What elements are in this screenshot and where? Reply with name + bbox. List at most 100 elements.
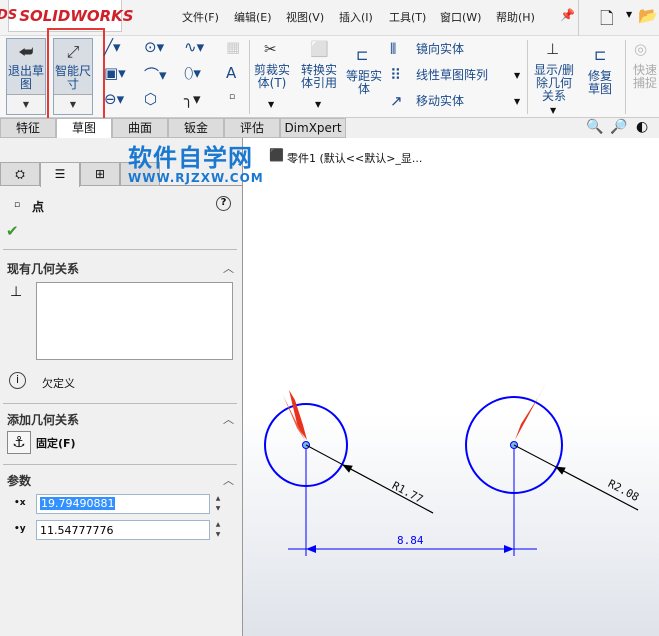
plane-tool-icon[interactable]: ▦ bbox=[226, 38, 240, 56]
divider bbox=[249, 40, 250, 114]
exit-sketch-label: 退出草图 bbox=[7, 64, 44, 91]
circle-tool-icon[interactable]: ⊙▾ bbox=[144, 38, 164, 56]
menu-insert[interactable]: 插入(I) bbox=[339, 9, 373, 25]
tree-icon: ⊞ bbox=[94, 167, 106, 181]
mirror-entities-button[interactable]: 镜向实体 bbox=[416, 43, 464, 56]
part-icon: ⛭ bbox=[15, 167, 25, 181]
snap-icon: ◎ bbox=[634, 40, 648, 58]
chevron-down-icon: ▼ bbox=[550, 106, 557, 115]
existing-relations-list[interactable] bbox=[36, 282, 233, 360]
x-spinner[interactable]: ▲ ▼ bbox=[212, 494, 224, 514]
previous-view-icon[interactable]: ◐ bbox=[636, 119, 648, 135]
open-folder-icon[interactable]: 📂 bbox=[638, 6, 658, 25]
point-tool-icon[interactable]: ▫ bbox=[229, 92, 235, 102]
trim-button[interactable]: ✂ 剪裁实体(T) ▼ bbox=[252, 40, 292, 112]
divider bbox=[3, 464, 237, 465]
ellipse-tool-icon[interactable]: ⬯▾ bbox=[184, 64, 201, 82]
polygon-tool-icon[interactable]: ⬡ bbox=[144, 90, 157, 108]
y-coordinate-icon: •y bbox=[14, 524, 26, 534]
sketch-svg bbox=[264, 381, 639, 556]
scissors-icon: ✂ bbox=[264, 40, 277, 58]
parameters-header: 参数 bbox=[7, 474, 32, 488]
divider bbox=[527, 40, 528, 114]
line-tool-icon[interactable]: ╱▾ bbox=[104, 38, 121, 56]
collapse-icon[interactable]: ︿ bbox=[223, 472, 234, 488]
fillet-tool-icon[interactable]: ╮▾ bbox=[184, 90, 201, 108]
chevron-down-icon: ▼ bbox=[268, 100, 275, 109]
divider bbox=[578, 0, 579, 36]
relations-label: 显示/删除几何关系 bbox=[533, 63, 575, 103]
tab-features[interactable]: 特征 bbox=[0, 118, 56, 138]
offset-icon: ⊏ bbox=[356, 46, 369, 64]
x-coordinate-selected-text: 19.79490881 bbox=[40, 497, 116, 510]
red-arrow-2 bbox=[515, 381, 547, 440]
graphics-area[interactable]: ⬛ 零件1 (默认<<默认>_显... R1.77 R2.08 8.84 bbox=[243, 138, 659, 636]
exit-sketch-button[interactable]: ⮨ 退出草图 ▼ bbox=[6, 38, 46, 115]
menu-tools[interactable]: 工具(T) bbox=[389, 9, 426, 25]
mirror-icon: ⫴ bbox=[390, 40, 397, 58]
ok-checkmark-icon[interactable]: ✔ bbox=[6, 222, 19, 240]
chevron-down-icon[interactable]: ▼ bbox=[7, 94, 45, 114]
distance-dimension[interactable]: 8.84 bbox=[397, 534, 424, 547]
quick-snaps-button[interactable]: ◎ 快速捕捉 bbox=[630, 40, 659, 116]
point-icon: ▫ bbox=[14, 200, 21, 210]
menu-view[interactable]: 视图(V) bbox=[286, 9, 324, 25]
property-manager-tab[interactable]: ☰ bbox=[40, 162, 80, 187]
tab-sheet-metal[interactable]: 钣金 bbox=[168, 118, 224, 138]
help-icon[interactable]: ? bbox=[216, 196, 231, 211]
linear-pattern-button[interactable]: 线性草图阵列 bbox=[416, 69, 488, 82]
menu-edit[interactable]: 编辑(E) bbox=[234, 9, 272, 25]
new-document-icon[interactable]: 🗋 bbox=[600, 6, 614, 35]
watermark-url: WWW.RJZXW.COM bbox=[128, 171, 264, 185]
slot-tool-icon[interactable]: ⊖▾ bbox=[104, 90, 124, 108]
display-delete-relations-button[interactable]: ⊥ 显示/删除几何关系 ▼ bbox=[531, 40, 577, 116]
relations-icon: ⊥ bbox=[546, 40, 560, 58]
tab-surfaces[interactable]: 曲面 bbox=[112, 118, 168, 138]
feature-manager-tab[interactable]: ⛭ bbox=[0, 162, 40, 186]
convert-label: 转换实体引用 bbox=[300, 63, 337, 90]
zoom-area-icon[interactable]: 🔎 bbox=[610, 119, 627, 135]
property-manager: ⛭ ☰ ⊞ ▫ 点 ? ✔ 现有几何关系 ︿ ⊥ i 欠定义 添加几何关系 ︿ … bbox=[0, 138, 243, 636]
menu-help[interactable]: 帮助(H) bbox=[496, 9, 535, 25]
x-coordinate-icon: •x bbox=[14, 498, 26, 508]
repair-sketch-button[interactable]: ⊏ 修复草图 bbox=[580, 46, 624, 106]
fix-relation-button[interactable]: ⚓ bbox=[7, 431, 31, 454]
divider bbox=[625, 40, 626, 114]
configuration-manager-tab[interactable]: ⊞ bbox=[80, 162, 120, 186]
offset-entities-button[interactable]: ⊏ 等距实体 bbox=[344, 46, 384, 106]
chevron-down-icon[interactable]: ▼ bbox=[514, 71, 520, 80]
y-spinner[interactable]: ▲ ▼ bbox=[212, 520, 224, 540]
linear-pattern-icon: ⠿ bbox=[390, 66, 401, 84]
menu-file[interactable]: 文件(F) bbox=[182, 9, 219, 25]
tab-sketch[interactable]: 草图 bbox=[56, 118, 112, 138]
chevron-down-icon: ▼ bbox=[315, 100, 322, 109]
tab-evaluate[interactable]: 评估 bbox=[224, 118, 280, 138]
chevron-down-icon[interactable]: ▼ bbox=[514, 97, 520, 106]
zoom-to-fit-icon[interactable]: 🔍 bbox=[586, 119, 603, 135]
repair-label: 修复草图 bbox=[587, 69, 612, 96]
pin-icon[interactable]: 📌 bbox=[560, 8, 575, 22]
arc-tool-icon[interactable]: ⌒▾ bbox=[144, 64, 167, 85]
cube-icon: ⬜ bbox=[310, 40, 329, 58]
chevron-down-icon[interactable]: ▼ bbox=[626, 10, 632, 19]
divider bbox=[3, 249, 237, 250]
convert-entities-button[interactable]: ⬜ 转换实体引用 ▼ bbox=[298, 40, 340, 112]
logo-text: SOLIDWORKS bbox=[19, 6, 134, 25]
collapse-icon[interactable]: ︿ bbox=[223, 260, 234, 276]
collapse-icon[interactable]: ︿ bbox=[223, 411, 234, 427]
tab-dimxpert[interactable]: DimXpert bbox=[280, 118, 346, 138]
spline-tool-icon[interactable]: ∿▾ bbox=[184, 38, 204, 56]
move-entities-button[interactable]: 移动实体 bbox=[416, 95, 464, 108]
text-tool-icon[interactable]: A bbox=[226, 64, 236, 82]
command-manager: ⮨ 退出草图 ▼ ⤢ 智能尺寸 ▼ ╱▾ ▣▾ ⊖▾ ⊙▾ ⌒▾ ⬡ ∿▾ ⬯▾… bbox=[0, 28, 659, 120]
rectangle-tool-icon[interactable]: ▣▾ bbox=[104, 64, 126, 82]
watermark-title: 软件自学网 bbox=[128, 144, 253, 172]
watermark: 软件自学网 WWW.RJZXW.COM bbox=[128, 144, 264, 184]
fix-relation-label[interactable]: 固定(F) bbox=[36, 435, 76, 451]
quick-snap-label: 快速捕捉 bbox=[632, 63, 657, 90]
y-coordinate-input[interactable] bbox=[36, 520, 210, 540]
offset-label: 等距实体 bbox=[345, 69, 382, 96]
menu-window[interactable]: 窗口(W) bbox=[440, 9, 481, 25]
command-tabs: 特征 草图 曲面 钣金 评估 DimXpert 🔍 🔎 ◐ bbox=[0, 118, 659, 138]
existing-relations-header: 现有几何关系 bbox=[7, 262, 80, 276]
